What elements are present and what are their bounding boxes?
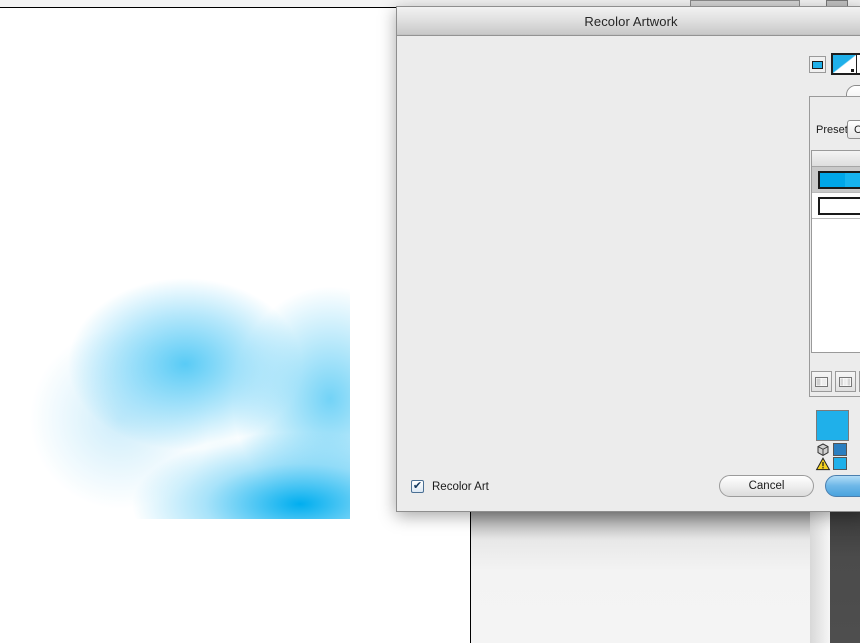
- color-assignment-table: Current Colors (7) New →: [811, 150, 860, 353]
- color-swatch-icon[interactable]: [809, 56, 826, 73]
- background-dark-strip: [830, 511, 860, 643]
- dialog-footer: ✔ Recolor Art Cancel OK: [397, 469, 860, 511]
- recolor-art-label: Recolor Art: [432, 480, 489, 493]
- randomize-saturation-brightness-icon[interactable]: [811, 371, 832, 392]
- preset-label: Preset:: [816, 124, 851, 136]
- recolor-artwork-dialog: Recolor Artwork Artwork colors Edit Assi…: [396, 6, 860, 512]
- current-color-gradient-swatch[interactable]: [818, 170, 860, 189]
- randomize-color-order-icon[interactable]: [835, 371, 856, 392]
- recolor-art-checkbox[interactable]: ✔: [411, 480, 424, 493]
- active-color-chip: [833, 55, 857, 73]
- current-colors-cell[interactable]: [812, 170, 860, 189]
- color-preview-swatch[interactable]: [816, 410, 849, 441]
- table-empty-area[interactable]: [812, 219, 860, 351]
- table-row[interactable]: →: [812, 167, 860, 193]
- blue-blur-artwork[interactable]: [0, 249, 350, 519]
- alternate-color-swatch-1[interactable]: [833, 443, 847, 456]
- current-colors-cell[interactable]: [812, 196, 860, 215]
- recolor-art-checkbox-wrap[interactable]: ✔ Recolor Art: [411, 480, 489, 493]
- ok-button[interactable]: OK: [825, 475, 860, 497]
- dialog-title: Recolor Artwork: [584, 13, 678, 29]
- preset-value: Custom: [854, 123, 860, 136]
- color-group-combo[interactable]: [831, 53, 860, 75]
- table-header: Current Colors (7) New: [812, 151, 860, 167]
- empty-color-swatch[interactable]: [818, 196, 860, 215]
- out-of-gamut-cube-icon[interactable]: [815, 443, 831, 457]
- assign-tools-strip: [811, 371, 860, 395]
- current-colors-header: Current Colors (7): [812, 151, 860, 166]
- preset-select[interactable]: Custom: [847, 120, 860, 139]
- cancel-button[interactable]: Cancel: [719, 475, 814, 497]
- table-row[interactable]: –: [812, 193, 860, 219]
- background-panel: [471, 511, 810, 643]
- dialog-titlebar[interactable]: Recolor Artwork: [397, 7, 860, 36]
- background-panel-edge: [810, 511, 830, 643]
